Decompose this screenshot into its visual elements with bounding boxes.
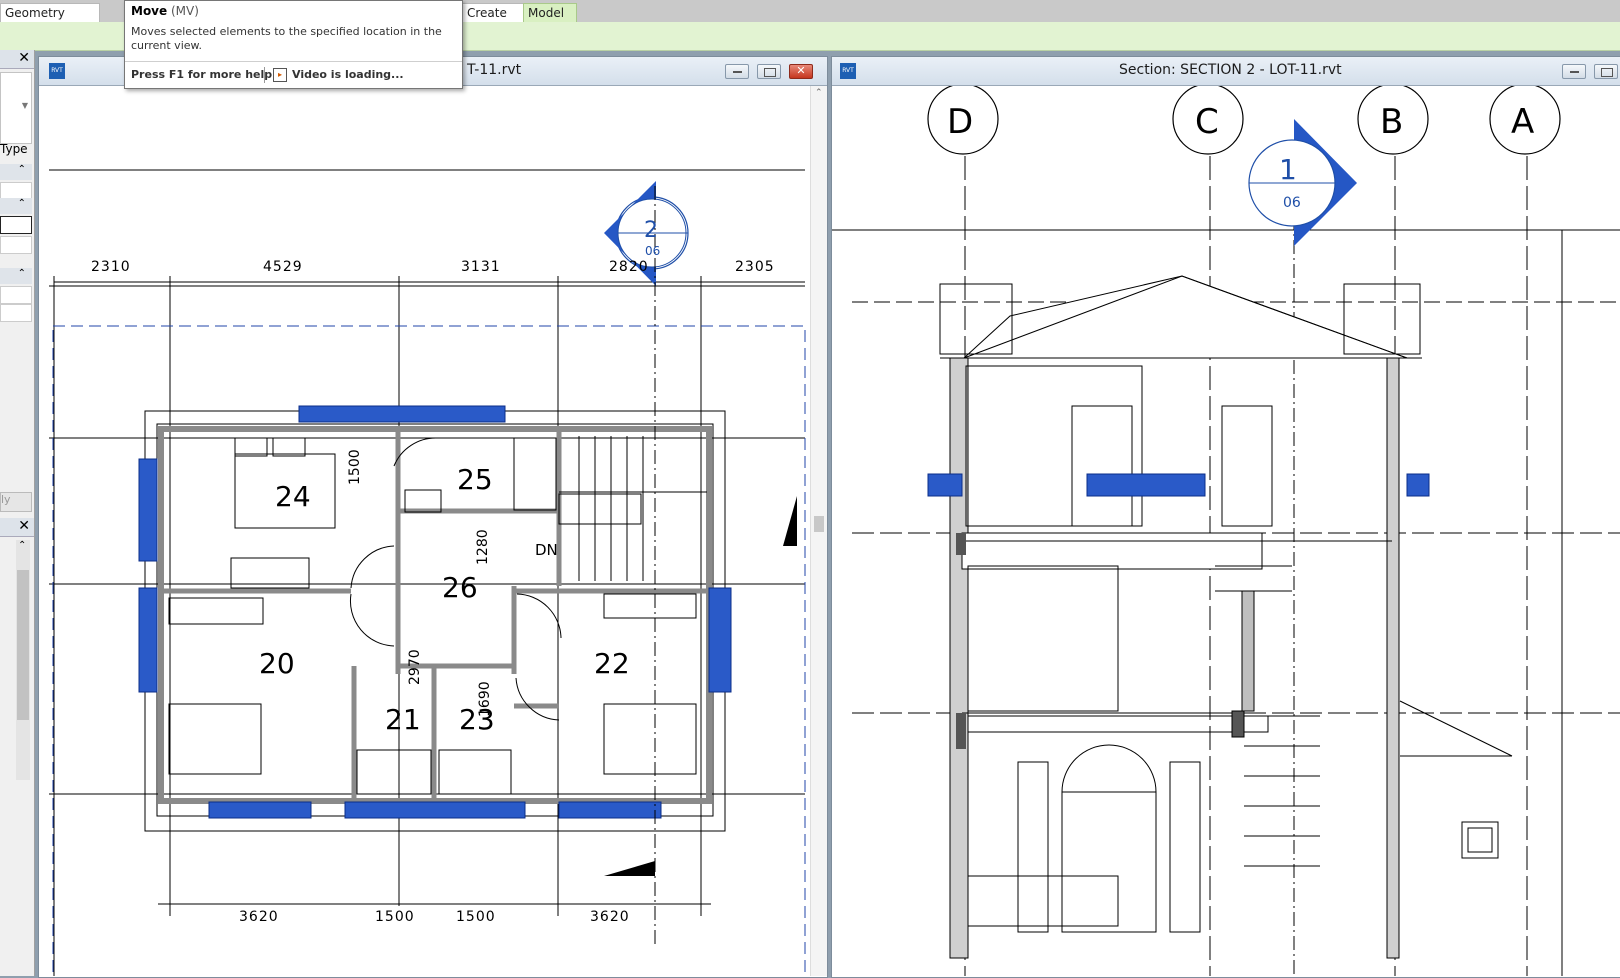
video-icon: ▸	[273, 68, 287, 82]
tooltip-title: Move	[131, 4, 168, 18]
collapse-icon: ⌃	[17, 268, 26, 279]
close-icon: ✕	[796, 64, 806, 77]
plan-view-title: T-11.rvt	[467, 62, 522, 78]
grid-label[interactable]: A	[1511, 102, 1534, 142]
ribbon-tab-geometry[interactable]: Geometry	[0, 3, 100, 23]
grid-label[interactable]: C	[1195, 102, 1219, 142]
section-view-window[interactable]: RVT Section: SECTION 2 - LOT-11.rvt D C …	[831, 56, 1620, 978]
plan-view-window[interactable]: RVT T-11.rvt ✕ ⌃ 2310 4529 3131 2820 230…	[38, 56, 828, 978]
room-number[interactable]: 22	[594, 647, 630, 680]
close-icon[interactable]: ✕	[18, 50, 30, 66]
close-button[interactable]: ✕	[789, 64, 813, 79]
dimension-label: 1690	[477, 681, 493, 717]
restore-icon	[1601, 68, 1613, 77]
plan-vertical-scrollbar[interactable]: ⌃	[810, 86, 827, 976]
section-view-title: Section: SECTION 2 - LOT-11.rvt	[1119, 62, 1342, 78]
minimize-button[interactable]	[725, 64, 749, 79]
apply-button[interactable]: ly	[0, 492, 32, 512]
dimension-label: 1500	[347, 449, 363, 485]
room-number[interactable]: 21	[385, 703, 421, 736]
tooltip-help: Press F1 for more help	[131, 68, 273, 81]
group-header[interactable]: ⌃	[0, 198, 32, 214]
restore-button[interactable]	[757, 64, 781, 79]
ribbon-tab-create[interactable]: Create	[462, 3, 526, 23]
dimension-label: 1500	[375, 909, 415, 925]
collapse-icon: ⌃	[17, 164, 26, 175]
property-row[interactable]	[0, 286, 32, 304]
tooltip-heading: Move (MV)	[131, 4, 199, 18]
room-number[interactable]: 25	[457, 463, 493, 496]
dropdown-arrow-icon: ▼	[21, 101, 28, 110]
section-marker-number[interactable]: 1	[1279, 153, 1297, 186]
scrollbar-thumb[interactable]	[17, 570, 29, 720]
tooltip-divider	[125, 61, 462, 62]
section-marker-number[interactable]: 2	[644, 218, 658, 243]
dimension-label: 4529	[263, 259, 303, 275]
section-view-titlebar[interactable]: RVT Section: SECTION 2 - LOT-11.rvt	[832, 57, 1620, 86]
dimension-label: 3131	[461, 259, 501, 275]
revit-file-icon: RVT	[840, 63, 856, 79]
group-header[interactable]: ⌃	[0, 164, 32, 180]
dimension-label: 1280	[475, 529, 491, 565]
ribbon-tab-model[interactable]: Model	[523, 3, 577, 23]
dimension-label: 2970	[407, 649, 423, 685]
group-header[interactable]: ⌃	[0, 268, 32, 284]
stair-direction-label: DN	[535, 541, 558, 559]
section-drawing[interactable]	[832, 86, 1620, 976]
collapse-icon: ⌃	[17, 198, 26, 209]
property-row[interactable]	[0, 216, 32, 234]
dimension-label: 2820	[609, 259, 649, 275]
scroll-up-icon[interactable]: ⌃	[18, 540, 26, 551]
restore-icon	[764, 68, 776, 77]
property-row[interactable]	[0, 304, 32, 322]
room-number[interactable]: 26	[442, 571, 478, 604]
move-tooltip: Move (MV) Moves selected elements to the…	[124, 0, 463, 89]
minimize-icon	[733, 71, 742, 73]
revit-file-icon: RVT	[49, 63, 65, 79]
type-label: Type	[0, 142, 28, 156]
section-marker-sheet[interactable]: 06	[645, 244, 660, 258]
scrollbar[interactable]: ⌃	[16, 540, 30, 780]
tooltip-video: Video is loading...	[292, 68, 404, 81]
minimize-icon	[1570, 71, 1579, 73]
room-number[interactable]: 20	[259, 647, 295, 680]
type-selector[interactable]: ▼	[0, 72, 32, 144]
dimension-label: 1500	[456, 909, 496, 925]
properties-panel: ✕ ▼ Type ⌃ ⌃ ⌃ ly ✕ ⌃	[0, 50, 35, 976]
dimension-label: 3620	[590, 909, 630, 925]
scrollbar-thumb[interactable]	[814, 516, 824, 532]
tooltip-shortcut: (MV)	[170, 4, 199, 18]
dimension-label: 3620	[239, 909, 279, 925]
grid-label[interactable]: D	[947, 102, 973, 142]
close-icon[interactable]: ✕	[18, 518, 30, 534]
floor-plan-drawing[interactable]	[39, 86, 809, 976]
restore-button[interactable]	[1594, 64, 1618, 79]
properties-header: ✕	[0, 50, 34, 69]
minimize-button[interactable]	[1562, 64, 1586, 79]
scroll-up-icon[interactable]: ⌃	[815, 88, 823, 98]
tooltip-description: Moves selected elements to the specified…	[131, 25, 442, 52]
browser-header: ✕	[0, 518, 34, 537]
tooltip-separator	[264, 67, 265, 83]
property-row[interactable]	[0, 236, 32, 254]
room-number[interactable]: 24	[275, 480, 311, 513]
dimension-label: 2305	[735, 259, 775, 275]
grid-label[interactable]: B	[1380, 102, 1403, 142]
dimension-label: 2310	[91, 259, 131, 275]
section-marker-sheet[interactable]: 06	[1283, 195, 1301, 211]
